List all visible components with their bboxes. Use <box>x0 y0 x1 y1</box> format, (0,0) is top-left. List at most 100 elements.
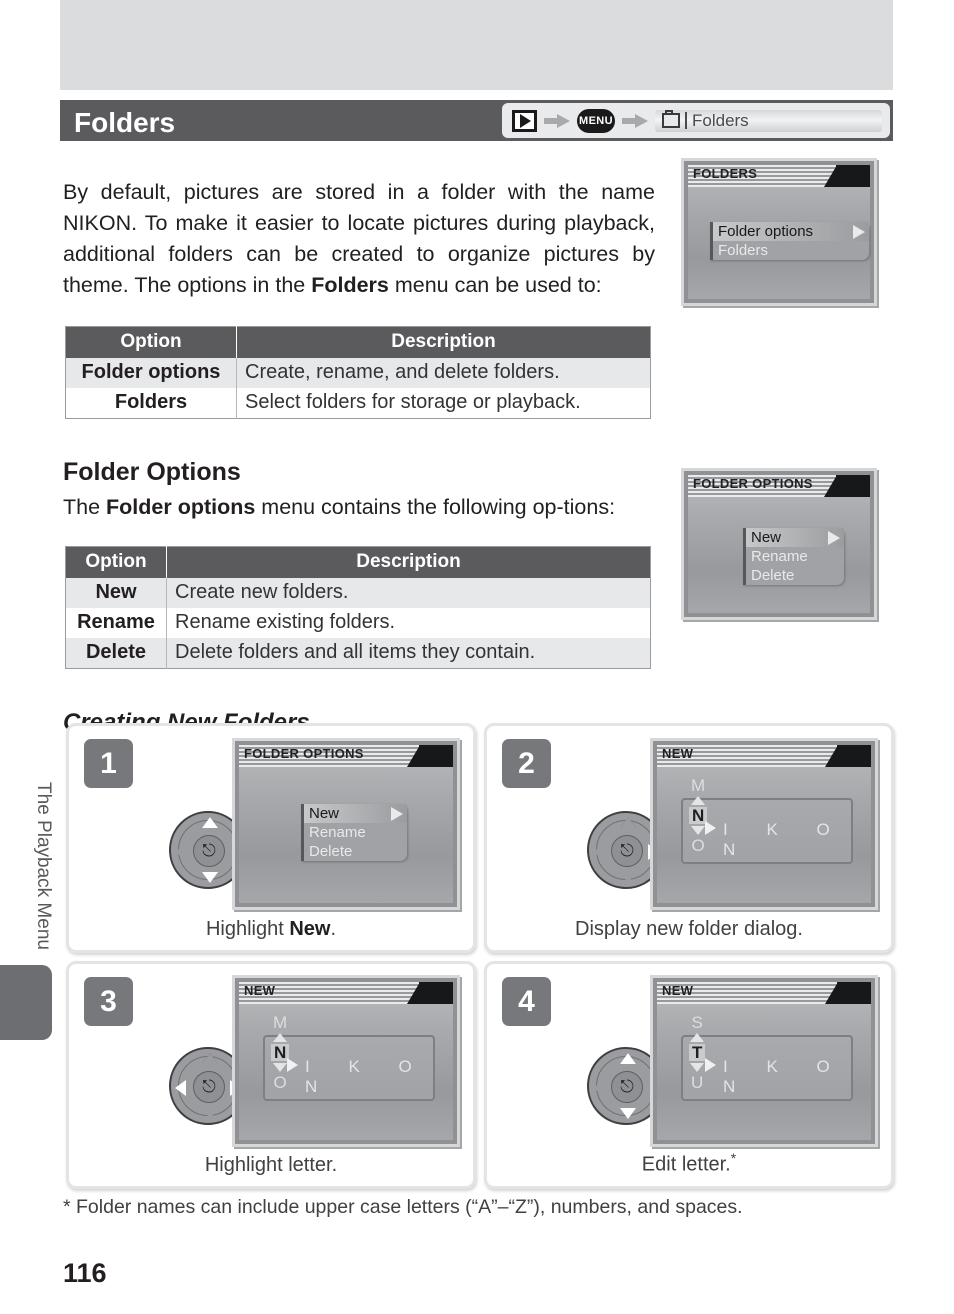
folder-name-remaining-letters: I K O N <box>723 820 847 859</box>
column-header-option: Option <box>65 546 167 578</box>
step-number-badge: 1 <box>84 739 133 788</box>
letter-below: O <box>691 836 705 855</box>
dpad-down-arrow[interactable] <box>620 872 636 883</box>
cell-description: Create, rename, and delete folders. <box>236 358 651 388</box>
lcd-menu-item-folder-options: Folder options <box>713 222 869 241</box>
lcd-menu-box: Folder options Folders <box>710 222 869 260</box>
lcd-title: FOLDERS <box>693 166 758 181</box>
divider <box>685 112 687 129</box>
table-row: Rename Rename existing folders. <box>65 608 651 638</box>
lcd-menu-item-label: Folder options <box>718 223 814 240</box>
dpad-left-arrow[interactable] <box>593 1080 604 1096</box>
lcd-title: NEW <box>244 983 276 998</box>
caption-text-a: Highlight letter. <box>204 1154 338 1176</box>
dpad-down-arrow[interactable] <box>202 872 218 883</box>
dpad-up-arrow[interactable] <box>202 1053 218 1064</box>
lcd-menu-item-rename: Rename <box>304 823 407 842</box>
step-number-badge: 2 <box>502 739 551 788</box>
lcd-title: NEW <box>662 983 694 998</box>
dpad-left-arrow[interactable] <box>175 844 186 860</box>
letter-above: M <box>691 776 706 795</box>
dpad-up-arrow[interactable] <box>202 817 218 828</box>
caption-text-a: Highlight <box>205 918 290 940</box>
lcd-menu-item-label: Delete <box>751 567 795 584</box>
lcd-screen: NEW S T U I K O N <box>657 982 871 1140</box>
column-header-description: Description <box>166 546 651 578</box>
side-chapter-tab <box>0 965 52 1040</box>
step-number-badge: 4 <box>502 977 551 1026</box>
lcd-screenshot-step1: FOLDER OPTIONS New Rename Delete <box>232 738 460 910</box>
column-header-description: Description <box>236 326 651 358</box>
enter-icon[interactable]: ⎋ <box>611 1071 643 1103</box>
lcd-title: FOLDER OPTIONS <box>693 476 813 491</box>
lcd-screen: FOLDERS Folder options Folders <box>688 165 870 299</box>
dpad-down-arrow[interactable] <box>202 1108 218 1119</box>
cell-description: Rename existing folders. <box>175 611 396 633</box>
cell-description: Create new folders. <box>166 578 651 608</box>
step-card-2: 2 ⎋ NEW M N O I K O N Display new folder… <box>484 723 894 953</box>
page-top-band <box>60 0 893 90</box>
step-caption-1: Highlight New. <box>69 918 473 941</box>
step-caption-3: Highlight letter. <box>69 1154 473 1177</box>
dpad-left-arrow[interactable] <box>175 1080 186 1096</box>
lcd-menu-item-folders: Folders <box>713 241 869 260</box>
table-header-row: Option Description <box>65 326 651 358</box>
arrow-down-icon <box>690 1063 705 1072</box>
chevron-right-icon <box>391 807 403 821</box>
folders-option-table: Option Description Folder options Create… <box>65 326 651 419</box>
cell-option: New <box>65 578 167 608</box>
fo-text-a: The <box>63 494 107 519</box>
lcd-menu-box: New Rename Delete <box>301 804 407 861</box>
lcd-menu-item-new: New <box>304 804 407 823</box>
folder-icon <box>662 110 680 128</box>
letter-above: S <box>691 1013 703 1032</box>
letter-selector-column: S T U <box>689 1013 706 1091</box>
menu-button-icon: MENU <box>577 108 615 133</box>
folder-name-remaining-letters: I K O N <box>723 1057 847 1096</box>
cell-option: Delete <box>65 638 167 669</box>
arrow-down-icon <box>273 1063 288 1072</box>
chevron-right-icon <box>705 821 716 835</box>
chevron-right-icon <box>828 531 840 545</box>
table-row: New Create new folders. <box>65 578 651 608</box>
step-caption-2: Display new folder dialog. <box>487 918 891 941</box>
page-title-bar: Folders MENU Folders <box>60 100 893 141</box>
chevron-right-icon <box>705 1058 716 1072</box>
cell-description: Delete folders and all items they contai… <box>166 638 651 669</box>
dpad-up-arrow[interactable] <box>620 817 636 828</box>
arrow-up-icon <box>690 1033 705 1042</box>
side-chapter-label: The Playback Menu <box>33 782 54 950</box>
footnote: * Folder names can include upper case le… <box>63 1196 743 1218</box>
folder-options-table: Option Description New Create new folder… <box>65 546 651 669</box>
lcd-menu-box: New Rename Delete <box>743 528 844 585</box>
intro-text-b: menu can be used to: <box>388 272 602 297</box>
letter-selector-column: M N O <box>689 776 708 855</box>
dpad-down-arrow[interactable] <box>620 1108 636 1119</box>
lcd-menu-item-new: New <box>746 528 844 547</box>
dpad-left-arrow[interactable] <box>593 844 604 860</box>
letter-current: T <box>689 1044 706 1061</box>
lcd-screenshot-step4: NEW S T U I K O N <box>650 975 878 1147</box>
lcd-menu-item-label: New <box>751 529 782 546</box>
enter-icon[interactable]: ⎋ <box>193 1071 225 1103</box>
folder-options-paragraph: The Folder options menu contains the fol… <box>63 492 651 523</box>
breadcrumb: MENU Folders <box>502 103 890 138</box>
cell-option: Folder options <box>65 358 237 388</box>
play-icon <box>512 109 537 132</box>
arrow-down-icon <box>691 826 706 835</box>
step-caption-4: Edit letter.* <box>487 1150 891 1177</box>
lcd-screenshot-step2: NEW M N O I K O N <box>650 738 878 910</box>
arrow-up-icon <box>273 1033 288 1042</box>
arrow-right-icon-2 <box>622 113 648 128</box>
dpad-up-arrow[interactable] <box>620 1053 636 1064</box>
fo-text-b: menu contains the following op-tions: <box>255 494 616 519</box>
cell-option: Folders <box>65 388 237 419</box>
lcd-menu-item-label: New <box>309 805 340 822</box>
enter-icon[interactable]: ⎋ <box>611 835 643 867</box>
enter-icon[interactable]: ⎋ <box>193 835 225 867</box>
lcd-tab-corner <box>824 475 870 497</box>
lcd-screen: FOLDER OPTIONS New Rename Delete <box>688 475 870 613</box>
letter-selector-column: M N O <box>271 1014 290 1091</box>
lcd-menu-item-label: Delete <box>309 843 353 860</box>
breadcrumb-destination-label: Folders <box>692 110 749 130</box>
